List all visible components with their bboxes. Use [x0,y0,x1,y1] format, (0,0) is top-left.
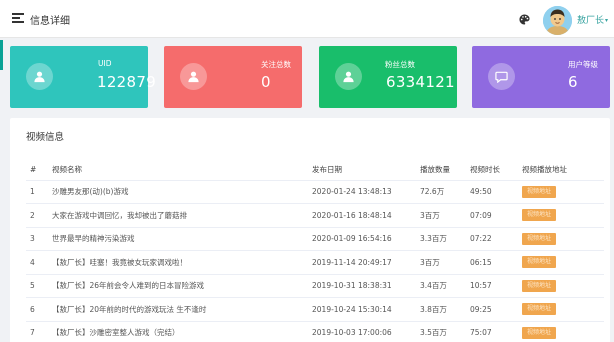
stat-label: 粉丝总数 [385,60,415,69]
stat-card-following: 关注总数 0 [164,46,302,108]
play-count: 3百万 [420,250,470,275]
video-name: 【敖厂长】20年前的时代的游戏玩法 生不逢时 [52,297,312,322]
publish-date: 2020-01-24 13:48:13 [312,180,420,204]
row-index: 5 [26,274,52,298]
table-header-row: # 视频名称 发布日期 播放数量 视频时长 视频播放地址 [26,160,604,181]
column-header-index: # [26,160,52,181]
stat-label: 关注总数 [261,60,291,69]
row-index: 2 [26,203,52,228]
stat-label: UID [98,59,112,68]
video-length: 09:25 [470,297,522,322]
video-link-button[interactable]: 视频地址 [522,232,556,245]
video-link-button[interactable]: 视频地址 [522,185,556,198]
stat-value: 6334121 [386,73,455,91]
row-index: 3 [26,227,52,251]
video-name: 沙雕男友那(动)(b)游戏 [52,180,312,204]
video-length: 06:15 [470,250,522,275]
stat-label: 用户等级 [568,60,598,69]
palette-icon[interactable] [519,14,530,25]
stat-value: 122879 [97,73,157,91]
stat-card-level: 用户等级 6 [472,46,610,108]
table-row: 6 【敖厂长】20年前的时代的游戏玩法 生不逢时 2019-10-24 15:3… [26,297,604,322]
column-header-date: 发布日期 [312,160,420,181]
avatar[interactable] [543,6,572,35]
video-length: 75:07 [470,321,522,342]
active-indicator [0,40,3,70]
panel-title: 视频信息 [26,132,65,143]
publish-date: 2020-01-16 18:48:14 [312,203,420,228]
column-header-plays: 播放数量 [420,160,470,181]
video-link-button[interactable]: 视频地址 [522,209,556,222]
column-header-name: 视频名称 [52,160,312,181]
page-title: 信息详细 [30,16,70,27]
publish-date: 2020-01-09 16:54:16 [312,227,420,251]
publish-date: 2019-10-24 15:30:14 [312,297,420,322]
table-row: 2 大家在游戏中调回忆，我却被出了蘑菇排 2020-01-16 18:48:14… [26,203,604,228]
top-header: 信息详细 敖厂长▾ [0,0,614,38]
video-name: 【敖厂长】哇塞！我竟被女玩家调戏啦！ [52,250,312,275]
stat-value: 0 [261,73,271,91]
row-index: 1 [26,180,52,204]
table-row: 4 【敖厂长】哇塞！我竟被女玩家调戏啦！ 2019-11-14 20:49:17… [26,250,604,275]
table-row: 1 沙雕男友那(动)(b)游戏 2020-01-24 13:48:13 72.6… [26,180,604,204]
stat-card-followers: 粉丝总数 6334121 [319,46,457,108]
video-name: 世界最早的精神污染游戏 [52,227,312,251]
play-count: 3.8百万 [420,297,470,322]
play-count: 3.5百万 [420,321,470,342]
stat-card-uid: UID 122879 [10,46,156,108]
play-count: 3.3百万 [420,227,470,251]
table-row: 7 【敖厂长】沙雕密室整人游戏（完结） 2019-10-03 17:00:06 … [26,321,604,342]
play-count: 3.4百万 [420,274,470,298]
play-count: 72.6万 [420,180,470,204]
video-name: 【敖厂长】26年前会令人难到的日本冒险游戏 [52,274,312,298]
stat-value: 6 [568,73,578,91]
publish-date: 2019-11-14 20:49:17 [312,250,420,275]
video-info-panel: 视频信息 # 视频名称 发布日期 播放数量 视频时长 视频播放地址 1 沙雕男友… [10,118,610,342]
table-row: 3 世界最早的精神污染游戏 2020-01-09 16:54:16 3.3百万 … [26,227,604,251]
video-length: 10:57 [470,274,522,298]
publish-date: 2019-10-03 17:00:06 [312,321,420,342]
table-row: 5 【敖厂长】26年前会令人难到的日本冒险游戏 2019-10-31 18:38… [26,274,604,298]
video-length: 07:09 [470,203,522,228]
video-link-button[interactable]: 视频地址 [522,279,556,292]
username-dropdown[interactable]: 敖厂长▾ [577,13,608,26]
row-index: 7 [26,321,52,342]
hamburger-menu-icon[interactable] [12,13,24,23]
video-link-button[interactable]: 视频地址 [522,303,556,316]
column-header-link: 视频播放地址 [522,160,604,181]
video-length: 07:22 [470,227,522,251]
user-icon [335,63,362,90]
video-link-button[interactable]: 视频地址 [522,256,556,269]
message-icon [488,63,515,90]
chevron-down-icon: ▾ [605,17,609,24]
video-table: # 视频名称 发布日期 播放数量 视频时长 视频播放地址 1 沙雕男友那(动)(… [26,160,604,342]
row-index: 4 [26,250,52,275]
user-icon [26,63,53,90]
user-icon [180,63,207,90]
video-link-button[interactable]: 视频地址 [522,326,556,339]
video-name: 【敖厂长】沙雕密室整人游戏（完结） [52,321,312,342]
video-name: 大家在游戏中调回忆，我却被出了蘑菇排 [52,203,312,228]
row-index: 6 [26,297,52,322]
play-count: 3百万 [420,203,470,228]
column-header-length: 视频时长 [470,160,522,181]
video-length: 49:50 [470,180,522,204]
publish-date: 2019-10-31 18:38:31 [312,274,420,298]
